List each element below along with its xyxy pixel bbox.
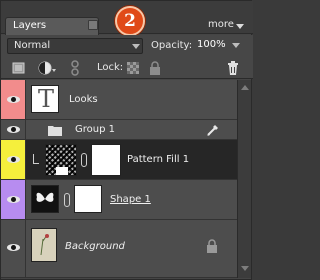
panel-tab-bar: Layers 2 more [1, 1, 253, 36]
lock-icon [205, 238, 219, 257]
visibility-toggle[interactable] [1, 140, 26, 179]
opacity-field[interactable]: 100% [194, 38, 244, 54]
visibility-toggle[interactable] [1, 220, 26, 277]
visibility-toggle[interactable] [1, 120, 26, 139]
link-icon[interactable] [81, 153, 87, 167]
layer-name: Pattern Fill 1 [127, 154, 190, 165]
close-tab-icon[interactable] [88, 20, 98, 30]
layer-row-looks[interactable]: T Looks [1, 80, 237, 120]
layer-row-pattern-fill-1[interactable]: Pattern Fill 1 [1, 140, 237, 180]
layer-name: Shape 1 [110, 194, 151, 205]
layer-name: Background [65, 241, 125, 252]
trash-icon[interactable] [225, 60, 241, 76]
eye-icon [7, 244, 20, 251]
clip-indicator-icon [33, 154, 39, 164]
layer-row-background[interactable]: Background [1, 220, 237, 278]
adjustment-layer-icon[interactable] [37, 60, 56, 76]
layers-panel: Layers 2 more Normal Opacity: 100% Lock:… [0, 0, 253, 280]
pattern-thumbnail-marker [56, 167, 68, 175]
layer-row-group-1[interactable]: Group 1 [1, 120, 237, 140]
scroll-up-arrow-icon[interactable] [241, 85, 249, 90]
lock-all-icon[interactable] [147, 60, 163, 76]
layer-tools-row: Lock: [1, 57, 253, 79]
opacity-value: 100% [197, 39, 226, 50]
layer-row-shape-1[interactable]: Shape 1 [1, 180, 237, 220]
blend-mode-value: Normal [14, 40, 51, 51]
step-number: 2 [124, 11, 136, 31]
blend-mode-dropdown[interactable]: Normal [7, 38, 143, 54]
eye-icon [7, 196, 20, 203]
step-number-badge: 2 [115, 6, 145, 36]
text-layer-thumbnail: T [31, 85, 59, 113]
more-menu-arrow-icon [236, 24, 244, 29]
eye-icon [7, 126, 20, 133]
folder-icon [48, 125, 62, 139]
pattern-thumbnail [45, 144, 77, 176]
edit-brush-icon [205, 122, 221, 141]
more-menu-label: more [208, 19, 234, 30]
opacity-dropdown-arrow-icon[interactable] [232, 43, 240, 48]
eye-icon [7, 96, 20, 103]
link-icon[interactable] [64, 193, 70, 207]
opacity-label: Opacity: [151, 40, 193, 51]
chevron-down-icon [132, 44, 140, 49]
layers-tab[interactable]: Layers [5, 17, 99, 35]
shape-thumbnail [31, 185, 59, 213]
vector-mask-thumbnail[interactable] [74, 185, 102, 213]
new-layer-icon[interactable] [11, 60, 27, 76]
layer-name: Looks [69, 94, 98, 105]
layer-mask-thumbnail[interactable] [91, 144, 121, 176]
layers-tab-label: Layers [13, 20, 47, 31]
scroll-down-arrow-icon[interactable] [241, 266, 249, 271]
layers-list: T Looks Group 1 Pattern Fill 1 Shape 1 B… [1, 80, 237, 278]
text-layer-icon: T [38, 85, 55, 113]
visibility-toggle[interactable] [1, 80, 26, 119]
background-thumbnail [31, 228, 57, 262]
lock-transparency-icon[interactable] [125, 60, 141, 76]
lock-label: Lock: [97, 62, 124, 73]
blend-options-row: Normal Opacity: 100% [1, 35, 253, 57]
link-layers-icon[interactable] [67, 60, 83, 76]
eye-icon [7, 156, 20, 163]
layers-scrollbar[interactable] [237, 80, 251, 278]
more-menu-button[interactable]: more [204, 19, 248, 33]
layer-name: Group 1 [75, 124, 115, 135]
visibility-toggle[interactable] [1, 180, 26, 219]
